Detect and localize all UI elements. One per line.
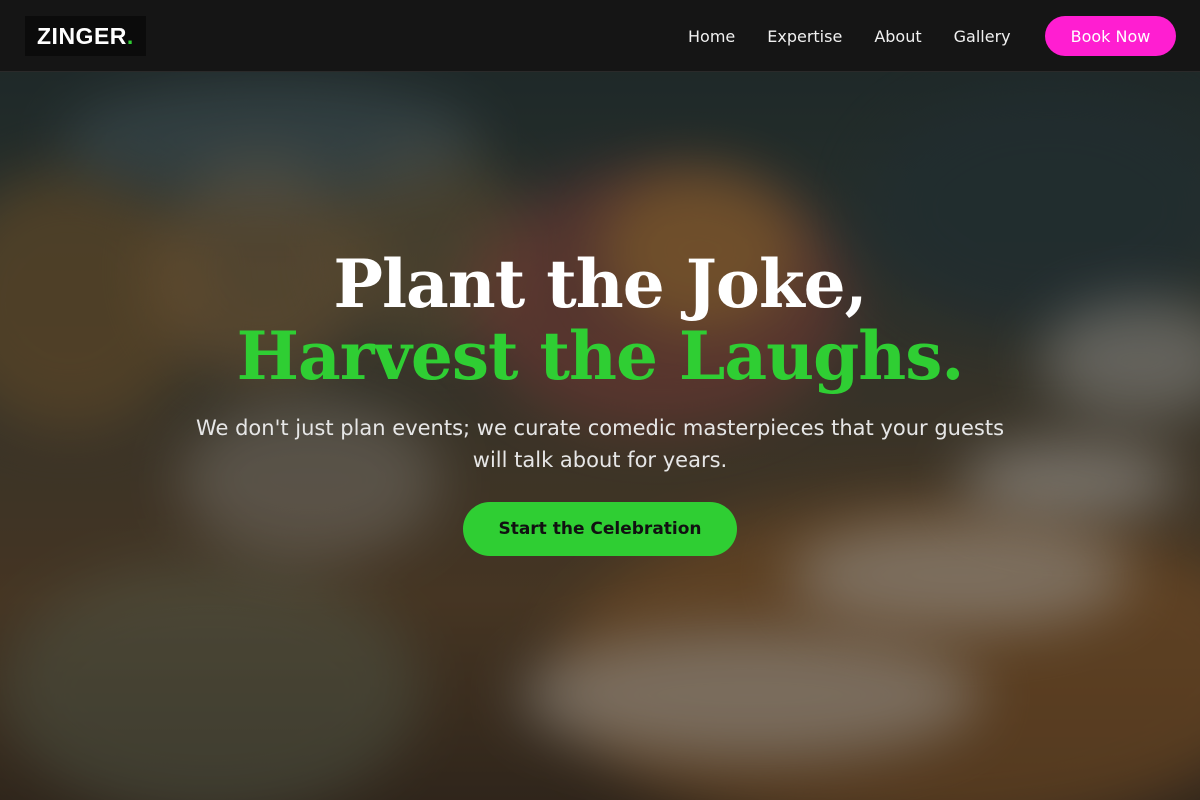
nav-link-about[interactable]: About [858,27,937,46]
headline-line-2: Harvest the Laughs. [236,317,965,395]
hero-headline: Plant the Joke, Harvest the Laughs. [0,248,1200,392]
start-celebration-button[interactable]: Start the Celebration [463,502,737,556]
hero-section: Plant the Joke, Harvest the Laughs. We d… [0,248,1200,556]
nav-link-gallery[interactable]: Gallery [938,27,1027,46]
brand-name: ZINGER [37,22,127,49]
brand-logo[interactable]: ZINGER. [25,16,146,56]
headline-line-1: Plant the Joke, [333,245,867,323]
book-now-button[interactable]: Book Now [1045,16,1176,56]
nav-links: Home Expertise About Gallery [672,0,1027,72]
nav-link-expertise[interactable]: Expertise [751,27,858,46]
hero-subtext: We don't just plan events; we curate com… [195,416,1005,472]
top-navbar: ZINGER. Home Expertise About Gallery Boo… [0,0,1200,72]
nav-link-home[interactable]: Home [672,27,751,46]
brand-dot: . [126,22,134,49]
